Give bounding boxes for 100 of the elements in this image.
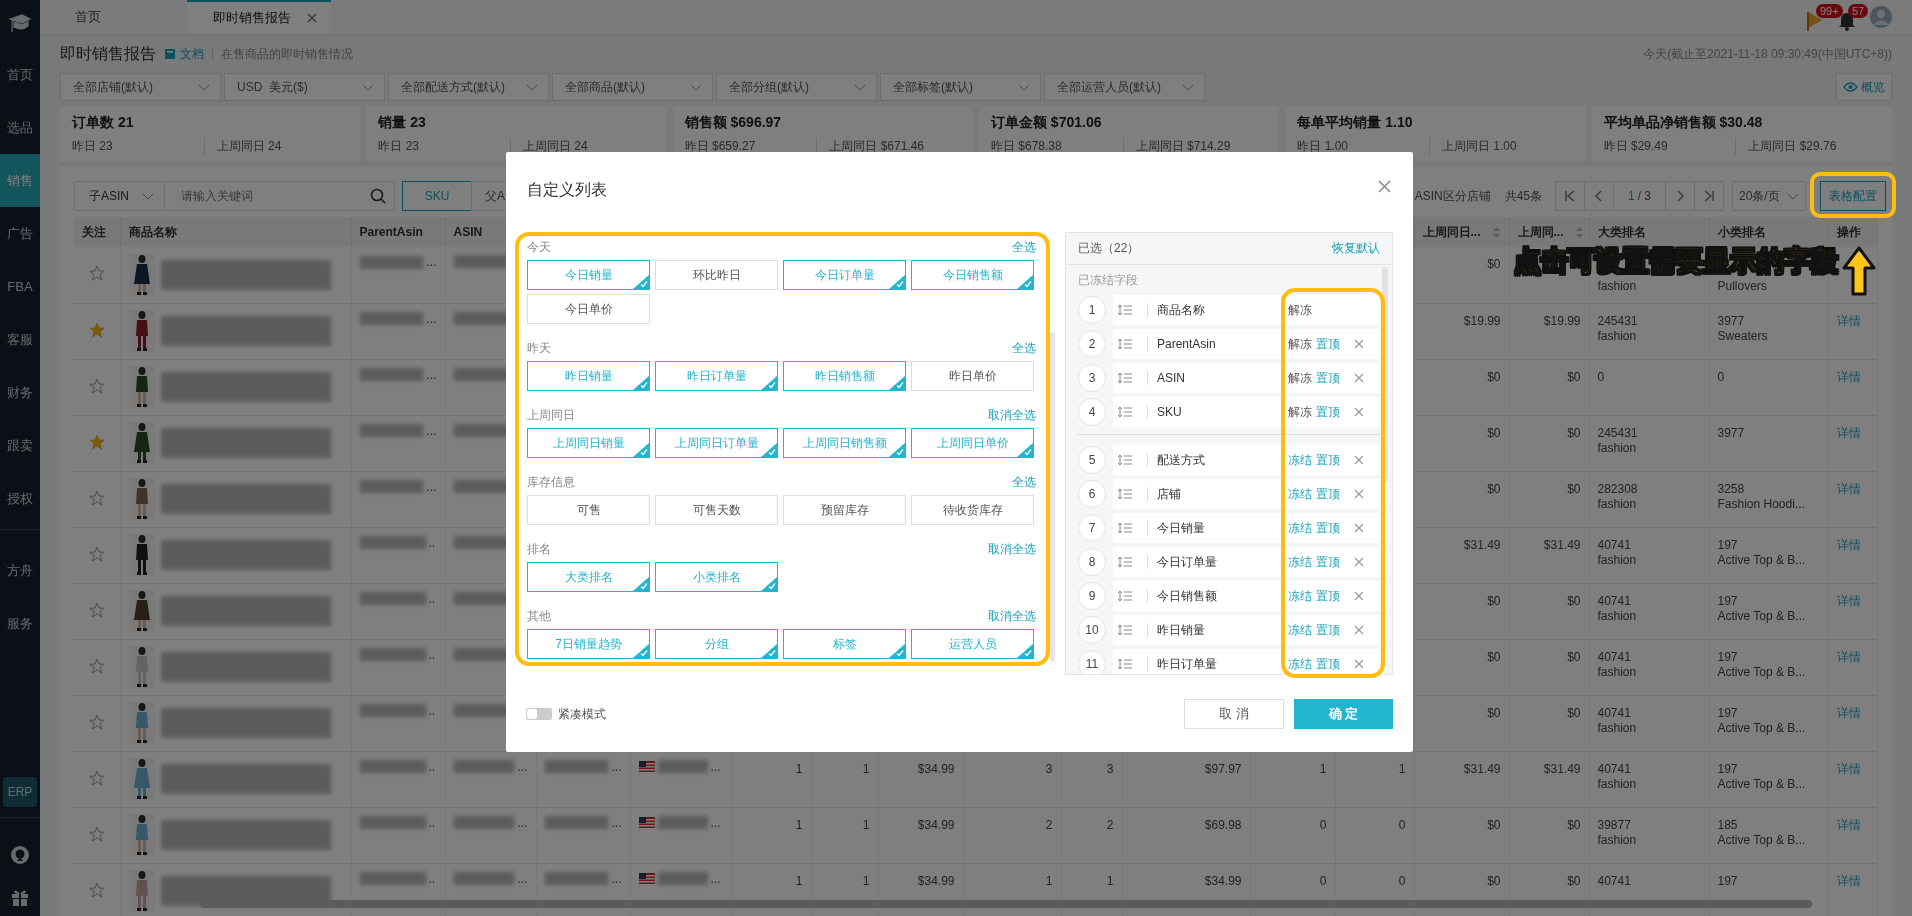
ellipsis-text: ... (426, 255, 437, 269)
ellipsis-text: ... (426, 479, 437, 494)
store-split-label: ASIN区分店铺 (1414, 187, 1491, 205)
stat-value: 销售额 $696.97 (684, 114, 783, 132)
field-label: 今日订单量 (1157, 553, 1218, 571)
table-cell: $34.99 (1204, 873, 1242, 888)
table-cell-text: 0 (1597, 369, 1606, 385)
table-cell-text: 0 (1717, 369, 1726, 385)
table-cell: $0 (1567, 649, 1581, 664)
table-cell: $0 (1487, 369, 1501, 384)
table-cell-text: 197 (1717, 761, 1739, 777)
field-label: 今日销量 (1157, 519, 1206, 537)
table-cell: 2 (1045, 817, 1053, 832)
table-cell: $34.99 (917, 873, 955, 888)
table-cell-text: fashion (1597, 664, 1638, 680)
index-badge: 9 (1078, 582, 1106, 610)
group-label: 上周同日 (527, 407, 575, 424)
table-cell-text: fashion (1597, 552, 1638, 568)
table-cell: 0 (1398, 873, 1406, 888)
table-cell: $0 (1487, 425, 1501, 440)
notification-badge: 57 (1848, 4, 1869, 18)
ellipsis-text: ... (710, 815, 721, 830)
table-cell-text: 3977 (1717, 425, 1746, 441)
table-cell: 1 (1398, 761, 1406, 776)
index-badge: 7 (1078, 514, 1106, 542)
group-label: 排名 (527, 541, 551, 558)
table-cell: $34.99 (917, 761, 955, 776)
table-cell: $0 (1487, 817, 1501, 832)
table-cell: $19.99 (1463, 313, 1501, 328)
table-cell-text: 40741 (1597, 873, 1632, 889)
table-cell-text: fashion (1597, 496, 1638, 512)
notification-badge: 99+ (1816, 4, 1843, 18)
column-header: 关注 (74, 217, 120, 247)
table-cell-text: Active Top & B... (1717, 776, 1807, 792)
table-cell: $31.49 (1463, 537, 1501, 552)
table-cell-text: Active Top & B... (1717, 720, 1807, 736)
table-cell: 1 (1045, 873, 1053, 888)
callout-text: 点击可设置需要显示的字段 (1514, 246, 1838, 276)
table-cell: 0 (1319, 817, 1327, 832)
stat-value: 每单平均销量 1.10 (1297, 114, 1414, 132)
ellipsis-text: ... (426, 423, 437, 438)
table-cell: $97.97 (1204, 761, 1242, 776)
stat-yesterday: 昨日 1.00 (1297, 138, 1349, 155)
field-label: SKU (1157, 405, 1183, 419)
table-cell-text: 245431 (1597, 313, 1639, 329)
stat-value: 销量 23 (378, 114, 427, 132)
table-cell-text: Active Top & B... (1717, 664, 1807, 680)
ellipsis-text: .. (428, 759, 436, 774)
table-cell-text: 39877 (1597, 817, 1632, 833)
total-count: 共45条 (1504, 187, 1542, 205)
ellipsis-text: .. (428, 703, 436, 718)
table-cell-text: 197 (1717, 593, 1739, 609)
table-cell: 2 (1106, 817, 1114, 832)
table-cell: $0 (1487, 593, 1501, 608)
table-cell: $0 (1487, 873, 1501, 888)
table-cell-text: 40741 (1597, 649, 1632, 665)
table-cell-text: 3258 (1717, 481, 1746, 497)
ellipsis-text: .. (428, 591, 436, 606)
table-cell-text: 40741 (1597, 593, 1632, 609)
ellipsis-text: ... (517, 871, 528, 886)
table-cell-text: fashion (1597, 608, 1638, 624)
table-cell: $31.49 (1543, 537, 1581, 552)
stat-yesterday: 昨日 $29.49 (1603, 138, 1669, 155)
table-cell: $0 (1567, 481, 1581, 496)
table-cell-text: Active Top & B... (1717, 552, 1807, 568)
table-cell: $0 (1567, 873, 1581, 888)
table-cell-text: 40741 (1597, 761, 1632, 777)
ellipsis-text: ... (517, 815, 528, 830)
table-cell: 1 (795, 761, 803, 776)
table-cell: 1 (795, 873, 803, 888)
index-badge: 1 (1078, 296, 1106, 324)
ellipsis-text: ... (611, 815, 622, 830)
table-cell: 1 (795, 817, 803, 832)
ellipsis-text: .. (428, 871, 436, 886)
index-badge: 10 (1078, 616, 1106, 644)
frozen-label: 已冻结字段 (1078, 272, 1139, 289)
field-label: 店铺 (1157, 485, 1182, 503)
table-cell: $0 (1487, 257, 1501, 271)
ellipsis-text: ... (426, 311, 437, 326)
table-cell: $0 (1567, 705, 1581, 720)
table-cell-text: 282308 (1597, 481, 1639, 497)
stat-yesterday: 昨日 23 (378, 138, 420, 155)
table-cell-text: 197 (1717, 705, 1739, 721)
page-title: 即时销售报告 (60, 43, 156, 64)
table-cell: 0 (1398, 817, 1406, 832)
group-label: 库存信息 (527, 474, 575, 491)
table-cell-text: 197 (1717, 649, 1739, 665)
stat-value: 平均单品净销售额 $30.48 (1603, 114, 1764, 132)
index-badge: 3 (1078, 364, 1106, 392)
table-cell: 0 (1319, 873, 1327, 888)
table-cell: $69.98 (1204, 817, 1242, 832)
ellipsis-text: .. (428, 535, 436, 550)
table-cell-text: fashion (1597, 279, 1638, 294)
table-cell-text: fashion (1597, 832, 1638, 848)
table-cell: $0 (1567, 593, 1581, 608)
column-header: 大类排名 (1589, 217, 1709, 247)
table-cell-text: Fashion Hoodi... (1717, 496, 1806, 512)
field-label: ParentAsin (1157, 337, 1217, 351)
ellipsis-text: ... (710, 759, 721, 774)
ellipsis-text: ... (517, 759, 528, 774)
